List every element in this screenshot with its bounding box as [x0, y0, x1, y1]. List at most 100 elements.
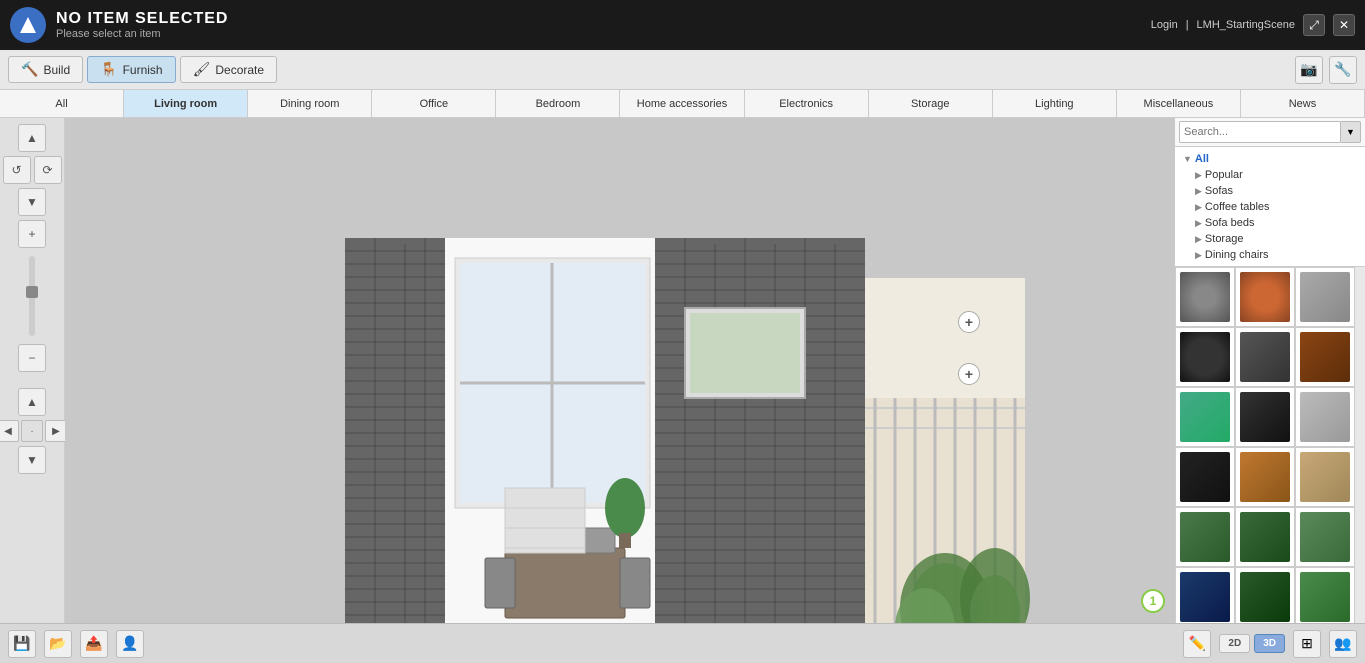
product-row: [1175, 387, 1365, 447]
product-item-12[interactable]: [1295, 447, 1355, 507]
tree-item-storage[interactable]: ▶Storage: [1179, 231, 1361, 247]
zoom-thumb: [26, 286, 38, 298]
header: NO ITEM SELECTED Please select an item L…: [0, 0, 1365, 50]
export-button[interactable]: 📤: [80, 630, 108, 658]
rotate-down-button[interactable]: ▼: [18, 188, 46, 216]
pan-right-button[interactable]: ▶: [45, 420, 67, 442]
view-3d-button[interactable]: 3D: [1254, 634, 1285, 653]
furnish-label: Furnish: [123, 63, 163, 77]
share-button[interactable]: 👤: [116, 630, 144, 658]
cat-tab-living-room[interactable]: Living room: [124, 90, 248, 117]
tree-arrow: ▶: [1195, 234, 1202, 245]
cat-tab-home-accessories[interactable]: Home accessories: [620, 90, 744, 117]
product-item-17[interactable]: [1235, 567, 1295, 623]
product-item-10[interactable]: [1175, 447, 1235, 507]
product-item-11[interactable]: [1235, 447, 1295, 507]
product-item-7[interactable]: [1175, 387, 1235, 447]
cat-tab-office[interactable]: Office: [372, 90, 496, 117]
viewport: ◀ ▶: [65, 118, 1175, 623]
furnish-icon: 🪑: [100, 61, 117, 78]
cat-tab-news[interactable]: News: [1241, 90, 1365, 117]
product-item-9[interactable]: [1295, 387, 1355, 447]
cat-tab-storage[interactable]: Storage: [869, 90, 993, 117]
pan-down-button[interactable]: ▼: [18, 446, 46, 474]
pan-up-button[interactable]: ▲: [18, 388, 46, 416]
build-icon: 🔨: [21, 61, 38, 78]
scene-name: LMH_StartingScene: [1197, 19, 1295, 31]
cat-tab-dining-room[interactable]: Dining room: [248, 90, 372, 117]
rotate-up-button[interactable]: ▲: [18, 124, 46, 152]
floor-label: 1: [1141, 589, 1165, 613]
product-item-18[interactable]: [1295, 567, 1355, 623]
product-item-15[interactable]: [1295, 507, 1355, 567]
zoom-track[interactable]: [29, 256, 35, 336]
build-button[interactable]: 🔨 Build: [8, 56, 83, 83]
product-thumb: [1180, 512, 1230, 562]
cat-tab-bedroom[interactable]: Bedroom: [496, 90, 620, 117]
product-thumb: [1180, 272, 1230, 322]
product-item-1[interactable]: [1175, 267, 1235, 327]
tree-item-coffee-tables[interactable]: ▶Coffee tables: [1179, 199, 1361, 215]
product-thumb: [1300, 452, 1350, 502]
close-button[interactable]: ✕: [1333, 14, 1355, 36]
fullscreen-button[interactable]: ⊞: [1293, 630, 1321, 658]
furnish-button[interactable]: 🪑 Furnish: [87, 56, 175, 83]
main-area: ▲ ↺ ⟳ ▼ + − ▲ ◀ · ▶ ▼ ◀ ▶: [0, 118, 1365, 623]
product-item-14[interactable]: [1235, 507, 1295, 567]
login-link[interactable]: Login: [1151, 19, 1178, 31]
tree-arrow: ▶: [1195, 170, 1202, 181]
pan-left-button[interactable]: ◀: [0, 420, 19, 442]
cat-tab-lighting[interactable]: Lighting: [993, 90, 1117, 117]
decorate-icon: 🖌: [193, 61, 211, 78]
product-thumb: [1300, 572, 1350, 622]
product-thumb: [1240, 512, 1290, 562]
product-item-4[interactable]: [1175, 327, 1235, 387]
cat-tab-miscellaneous[interactable]: Miscellaneous: [1117, 90, 1241, 117]
settings-button[interactable]: 🔧: [1329, 56, 1357, 84]
product-item-16[interactable]: [1175, 567, 1235, 623]
search-bar: ▼: [1175, 118, 1365, 147]
camera-button[interactable]: 📷: [1295, 56, 1323, 84]
search-input[interactable]: [1179, 121, 1341, 143]
cat-tab-electronics[interactable]: Electronics: [745, 90, 869, 117]
tree-item-all[interactable]: ▼All: [1179, 151, 1361, 167]
view-2d-button[interactable]: 2D: [1219, 634, 1250, 653]
product-thumb: [1180, 332, 1230, 382]
rotate-left-button[interactable]: ↺: [3, 156, 31, 184]
product-item-6[interactable]: [1295, 327, 1355, 387]
open-button[interactable]: 📂: [44, 630, 72, 658]
expand-up-button[interactable]: +: [958, 311, 980, 333]
edit-button[interactable]: ✏️: [1183, 630, 1211, 658]
tree-item-dining-chairs[interactable]: ▶Dining chairs: [1179, 247, 1361, 263]
reset-button[interactable]: ⟳: [34, 156, 62, 184]
product-grid: [1175, 267, 1365, 623]
product-thumb: [1240, 452, 1290, 502]
right-sidebar: ▼ ▼All▶Popular▶Sofas▶Coffee tables▶Sofa …: [1175, 118, 1365, 623]
product-item-13[interactable]: [1175, 507, 1235, 567]
zoom-out-button[interactable]: −: [18, 344, 46, 372]
product-item-5[interactable]: [1235, 327, 1295, 387]
header-title-block: NO ITEM SELECTED Please select an item: [56, 10, 228, 40]
tree-item-popular[interactable]: ▶Popular: [1179, 167, 1361, 183]
maximize-button[interactable]: ⤢: [1303, 14, 1325, 36]
decorate-button[interactable]: 🖌 Decorate: [180, 56, 277, 83]
product-item-3[interactable]: [1295, 267, 1355, 327]
tree-arrow: ▶: [1195, 202, 1202, 213]
product-row: [1175, 567, 1365, 623]
product-item-2[interactable]: [1235, 267, 1295, 327]
product-thumb: [1300, 392, 1350, 442]
save-button[interactable]: 💾: [8, 630, 36, 658]
people-button[interactable]: 👥: [1329, 630, 1357, 658]
pan-center-button[interactable]: ·: [21, 420, 43, 442]
tree-item-sofa-beds[interactable]: ▶Sofa beds: [1179, 215, 1361, 231]
cat-tab-all[interactable]: All: [0, 90, 124, 117]
product-row: [1175, 267, 1365, 327]
product-row: [1175, 507, 1365, 567]
product-item-8[interactable]: [1235, 387, 1295, 447]
expand-down-button[interactable]: +: [958, 363, 980, 385]
search-dropdown-button[interactable]: ▼: [1341, 121, 1361, 143]
scene-svg: [65, 118, 1175, 623]
tree-item-sofas[interactable]: ▶Sofas: [1179, 183, 1361, 199]
sidebar-tree: ▼All▶Popular▶Sofas▶Coffee tables▶Sofa be…: [1175, 147, 1365, 267]
zoom-in-button[interactable]: +: [18, 220, 46, 248]
